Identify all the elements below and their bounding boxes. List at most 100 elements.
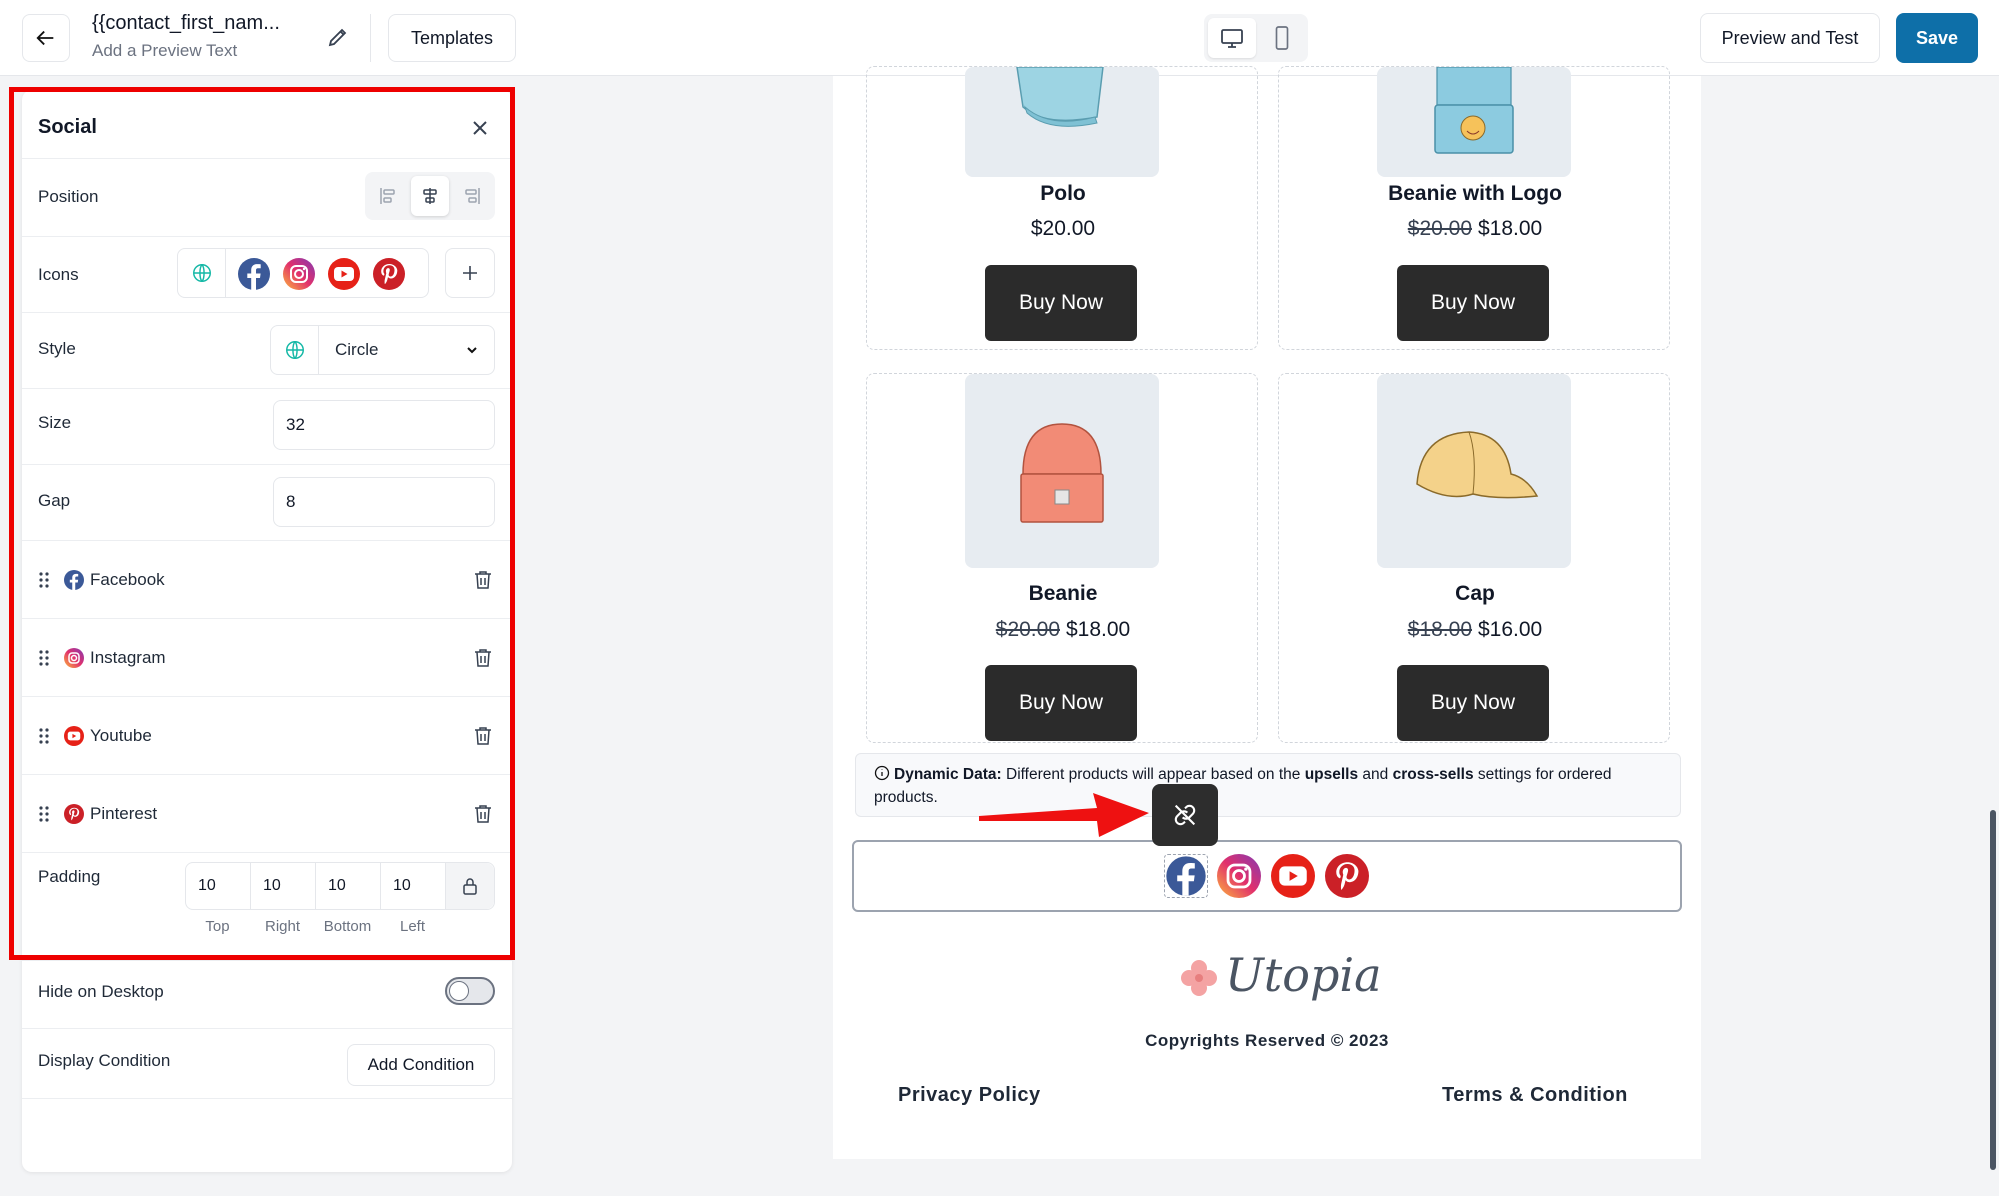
trash-icon[interactable] [474, 726, 492, 746]
position-group [365, 172, 495, 220]
preview-text[interactable]: Add a Preview Text [92, 41, 237, 61]
email-subject[interactable]: {{contact_first_nam... [92, 12, 280, 35]
size-input[interactable]: 32 [273, 400, 495, 450]
social-item-label: Youtube [90, 726, 152, 745]
padding-lock-button[interactable] [446, 863, 494, 909]
facebook-icon[interactable] [238, 258, 270, 290]
drag-handle-icon[interactable] [38, 726, 50, 746]
trash-icon[interactable] [474, 648, 492, 668]
product-card[interactable]: Cap $18.00 $16.00 Buy Now [1278, 373, 1670, 743]
pinterest-icon [64, 804, 84, 824]
add-condition-button[interactable]: Add Condition [347, 1044, 495, 1086]
product-card[interactable]: Beanie $20.00 $18.00 Buy Now [866, 373, 1258, 743]
padding-bottom-label: Bottom [323, 918, 372, 935]
add-icon-button[interactable] [445, 248, 495, 298]
logo-text: Utopia [1225, 948, 1382, 1002]
pencil-icon[interactable] [326, 25, 350, 49]
chevron-down-icon [467, 347, 477, 354]
globe-icon[interactable] [178, 249, 226, 297]
info-bold: upsells [1304, 766, 1359, 783]
drag-handle-icon[interactable] [38, 570, 50, 590]
new-price: $16.00 [1478, 618, 1543, 641]
youtube-icon[interactable] [328, 258, 360, 290]
product-name: Beanie [1028, 582, 1098, 605]
align-center-button[interactable] [411, 176, 449, 216]
icons-selector[interactable] [177, 248, 429, 298]
social-item-pinterest[interactable]: Pinterest [22, 774, 512, 852]
new-price: $18.00 [1478, 217, 1543, 240]
utopia-logo: Utopia [1173, 946, 1382, 1006]
drag-handle-icon[interactable] [38, 804, 50, 824]
terms-link[interactable]: Terms & Condition [1442, 1084, 1628, 1107]
padding-bottom-input[interactable]: 10 [316, 863, 381, 909]
hide-desktop-toggle[interactable] [445, 977, 495, 1005]
product-card[interactable]: Polo $20.00 Buy Now [866, 66, 1258, 350]
align-right-button[interactable] [453, 176, 491, 216]
scrollbar[interactable] [1990, 810, 1996, 1170]
back-button[interactable] [22, 14, 70, 62]
flower-icon [1181, 960, 1217, 996]
position-label: Position [38, 187, 99, 206]
preview-and-test-button[interactable]: Preview and Test [1700, 13, 1880, 63]
drag-handle-icon[interactable] [38, 648, 50, 668]
buy-now-button[interactable]: Buy Now [1397, 665, 1549, 741]
gap-input[interactable]: 8 [273, 477, 495, 527]
info-bold: cross-sells [1392, 766, 1474, 783]
product-card[interactable]: Beanie with Logo $20.00 $18.00 Buy Now [1278, 66, 1670, 350]
social-item-youtube[interactable]: Youtube [22, 696, 512, 774]
copyright-text: Copyrights Reserved © 2023 [1145, 1031, 1389, 1050]
buy-now-button[interactable]: Buy Now [985, 265, 1137, 341]
youtube-icon[interactable] [1271, 854, 1315, 898]
social-settings-panel: Social Position Icons Style Circle Size … [22, 90, 512, 1172]
pinterest-icon[interactable] [373, 258, 405, 290]
align-left-button[interactable] [369, 176, 407, 216]
icons-label: Icons [38, 265, 79, 284]
pinterest-icon[interactable] [1325, 854, 1369, 898]
social-item-label: Facebook [90, 570, 165, 589]
facebook-icon[interactable] [1164, 854, 1208, 898]
product-price: $20.00 $18.00 [1279, 217, 1671, 241]
close-icon[interactable] [468, 116, 492, 140]
trash-icon[interactable] [474, 804, 492, 824]
social-item-instagram[interactable]: Instagram [22, 618, 512, 696]
top-bar: {{contact_first_nam... Add a Preview Tex… [0, 0, 1999, 76]
mobile-icon [1275, 26, 1289, 50]
privacy-policy-link[interactable]: Privacy Policy [898, 1084, 1041, 1107]
templates-button[interactable]: Templates [388, 14, 516, 62]
gap-label: Gap [38, 491, 71, 510]
device-toggle [1204, 14, 1308, 62]
padding-left-label: Left [399, 918, 426, 935]
product-name: Cap [1455, 582, 1495, 605]
youtube-icon [64, 726, 84, 746]
save-button[interactable]: Save [1896, 13, 1978, 63]
instagram-icon[interactable] [283, 258, 315, 290]
size-label: Size [38, 413, 72, 432]
instagram-icon [64, 648, 84, 668]
link-button[interactable] [1152, 784, 1218, 846]
product-name: Polo [1040, 182, 1086, 205]
trash-icon[interactable] [474, 570, 492, 590]
facebook-icon [64, 570, 84, 590]
instagram-icon[interactable] [1217, 854, 1261, 898]
old-price: $20.00 [995, 618, 1060, 641]
product-image [965, 374, 1159, 568]
style-select[interactable]: Circle [270, 325, 495, 375]
product-price: $20.00 [1030, 217, 1096, 240]
hide-desktop-label: Hide on Desktop [38, 982, 164, 1001]
social-item-facebook[interactable]: Facebook [22, 540, 512, 618]
align-right-icon [465, 188, 480, 204]
old-price: $20.00 [1407, 217, 1472, 240]
panel-title: Social [38, 116, 97, 138]
padding-right-input[interactable]: 10 [251, 863, 316, 909]
info-text: Different products will appear based on … [1001, 766, 1305, 783]
globe-icon [271, 326, 319, 374]
old-price: $18.00 [1407, 618, 1472, 641]
social-block[interactable] [852, 840, 1682, 912]
padding-left-input[interactable]: 10 [381, 863, 446, 909]
padding-top-input[interactable]: 10 [186, 863, 251, 909]
desktop-view-button[interactable] [1208, 18, 1256, 58]
buy-now-button[interactable]: Buy Now [1397, 265, 1549, 341]
mobile-view-button[interactable] [1260, 18, 1304, 58]
buy-now-button[interactable]: Buy Now [985, 665, 1137, 741]
divider [370, 14, 371, 62]
